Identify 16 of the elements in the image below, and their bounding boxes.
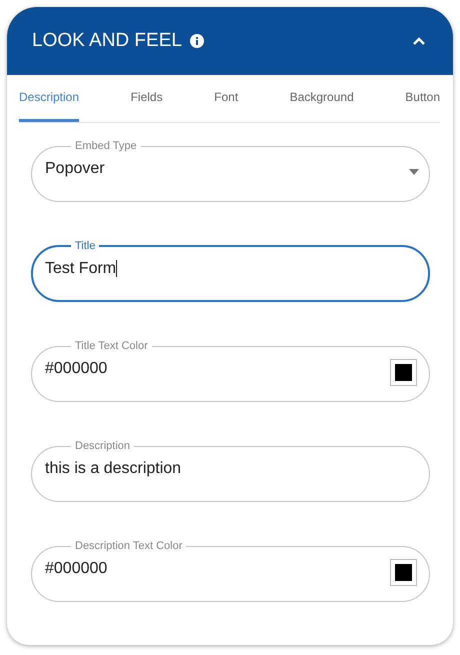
input-field[interactable]: Title Text Color #000000 [31, 340, 430, 402]
select-field[interactable]: Embed Type Popover [31, 140, 430, 202]
input-field[interactable]: Title Test Form [31, 240, 430, 302]
color-value: #000000 [45, 560, 108, 579]
input-field[interactable]: Description Text Color #000000 [31, 540, 430, 602]
field-value: this is a description [45, 460, 182, 479]
field-value: Test Form [45, 260, 118, 279]
select-value: Popover [45, 160, 106, 179]
tab[interactable]: Fields [130, 75, 163, 122]
input-field[interactable]: Description this is a description [31, 440, 430, 502]
color-value: #000000 [45, 360, 108, 379]
tab[interactable]: Button [405, 75, 440, 122]
panel-title: LOOK AND FEEL [32, 30, 182, 52]
tab[interactable]: Background [290, 75, 354, 122]
tab[interactable]: Font [214, 75, 238, 122]
tab[interactable]: Description [19, 75, 80, 122]
